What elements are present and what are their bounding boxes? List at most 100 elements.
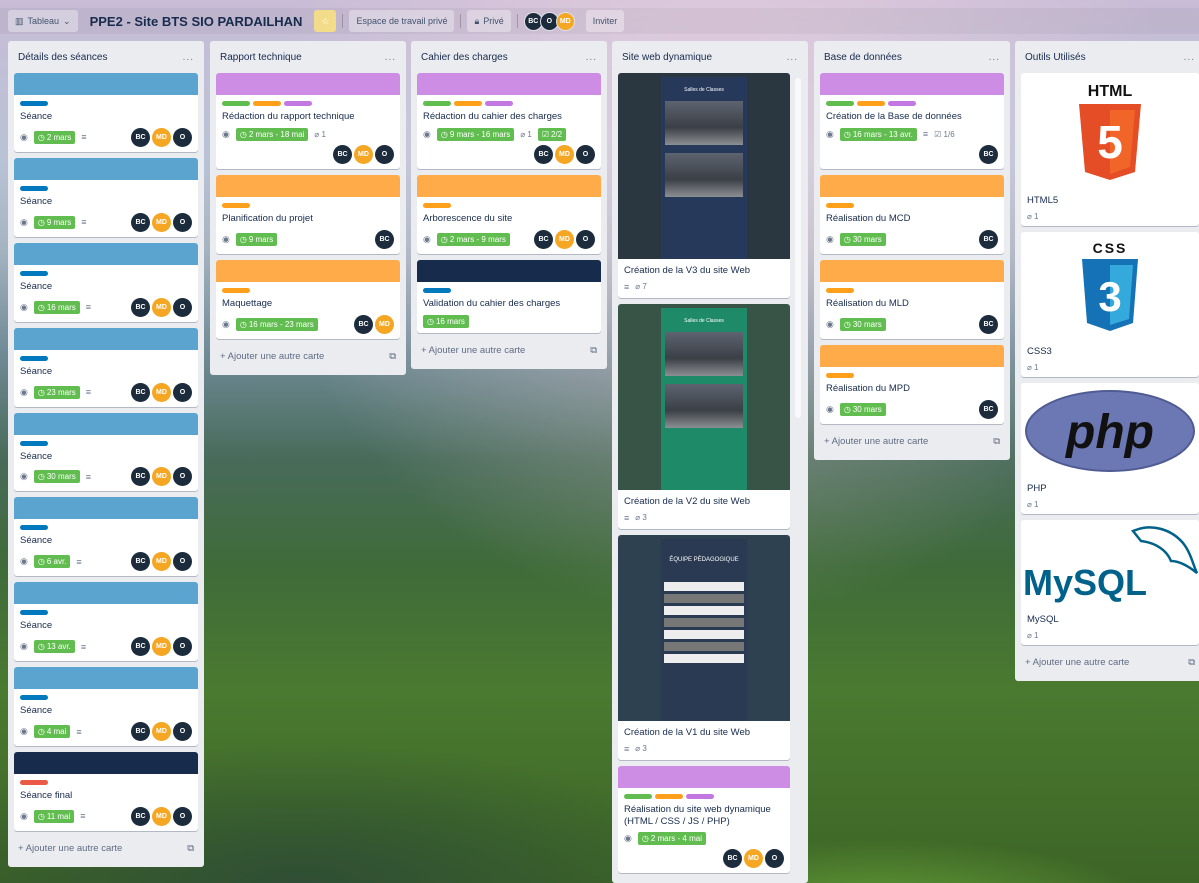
add-card-button[interactable]: + Ajouter une autre carte ⧉ bbox=[417, 339, 601, 363]
due-date-badge[interactable]: ◷ 30 mars bbox=[839, 402, 886, 416]
template-icon[interactable]: ⧉ bbox=[187, 843, 194, 854]
card[interactable]: Séance ◉ ◷ 6 avr. ≡ BC MD O bbox=[14, 497, 198, 577]
avatar[interactable]: MD bbox=[152, 637, 171, 657]
due-date-badge[interactable]: ◷ 16 mars - 23 mars bbox=[235, 317, 318, 331]
card[interactable]: Salles de Classes Création de la V2 du s… bbox=[618, 303, 790, 529]
card[interactable]: Planification du projet ◉ ◷ 9 mars BC bbox=[216, 174, 400, 254]
avatar[interactable]: O bbox=[173, 722, 192, 741]
avatar[interactable]: MD bbox=[555, 11, 575, 31]
avatar[interactable]: BC bbox=[131, 637, 150, 657]
avatar[interactable]: BC bbox=[333, 144, 352, 164]
avatar[interactable]: MD bbox=[152, 467, 171, 487]
avatar[interactable]: BC bbox=[131, 382, 150, 402]
due-date-badge[interactable]: ◷ 16 mars bbox=[423, 314, 469, 328]
due-date-badge[interactable]: ◷ 2 mars - 18 mai bbox=[235, 127, 309, 141]
due-date-badge[interactable]: ◷ 2 mars bbox=[33, 130, 76, 144]
avatar[interactable]: O bbox=[173, 297, 192, 317]
avatar[interactable]: MD bbox=[152, 212, 171, 232]
card[interactable]: Réalisation du MPD ◉ ◷ 30 mars BC bbox=[820, 344, 1004, 424]
card[interactable]: ÉQUIPE PÉDAGOGIQUE Création de la V1 du … bbox=[618, 534, 790, 760]
due-date-badge[interactable]: ◷ 16 mars bbox=[33, 300, 80, 314]
avatar[interactable]: BC bbox=[131, 127, 150, 147]
template-icon[interactable]: ⧉ bbox=[993, 436, 1000, 447]
card[interactable]: MySQL MySQL ⌀ 1 bbox=[1021, 519, 1199, 645]
avatar[interactable]: O bbox=[576, 144, 595, 164]
card[interactable]: Séance ◉ ◷ 13 avr. ≡ BC MD O bbox=[14, 582, 198, 662]
invite-button[interactable]: Inviter bbox=[585, 10, 625, 32]
avatar[interactable]: BC bbox=[131, 806, 150, 826]
card[interactable]: Séance ◉ ◷ 23 mars ≡ BC MD O bbox=[14, 327, 198, 407]
avatar[interactable]: BC bbox=[979, 229, 998, 249]
card[interactable]: Maquettage ◉ ◷ 16 mars - 23 mars BC MD bbox=[216, 259, 400, 339]
due-date-badge[interactable]: ◷ 13 avr. bbox=[33, 640, 75, 654]
due-date-badge[interactable]: ◷ 11 mai bbox=[33, 809, 75, 823]
avatar[interactable]: O bbox=[173, 467, 192, 487]
due-date-badge[interactable]: ◷ 30 mars bbox=[33, 470, 80, 484]
due-date-badge[interactable]: ◷ 30 mars bbox=[839, 317, 886, 331]
card[interactable]: Arborescence du site ◉ ◷ 2 mars - 9 mars … bbox=[417, 174, 601, 254]
visibility-button[interactable]: 🔒︎ Privé bbox=[467, 10, 511, 32]
card[interactable]: Séance ◉ ◷ 30 mars ≡ BC MD O bbox=[14, 412, 198, 492]
avatar[interactable]: MD bbox=[152, 127, 171, 147]
due-date-badge[interactable]: ◷ 23 mars bbox=[33, 385, 80, 399]
card[interactable]: CSS 3 CSS3 ⌀ 1 bbox=[1021, 231, 1199, 377]
card[interactable]: Séance ◉ ◷ 9 mars ≡ BC MD O bbox=[14, 157, 198, 237]
avatar[interactable]: BC bbox=[979, 144, 998, 164]
avatar[interactable]: O bbox=[375, 144, 394, 164]
due-date-badge[interactable]: ◷ 4 mai bbox=[33, 725, 71, 738]
board-title[interactable]: PPE2 - Site BTS SIO PARDAILHAN bbox=[84, 14, 309, 29]
avatar[interactable]: BC bbox=[131, 722, 150, 741]
template-icon[interactable]: ⧉ bbox=[1188, 657, 1195, 668]
workspace-button[interactable]: Espace de travail privé bbox=[349, 10, 455, 32]
card[interactable]: Réalisation du MLD ◉ ◷ 30 mars BC bbox=[820, 259, 1004, 339]
avatar[interactable]: O bbox=[576, 229, 595, 249]
list-menu-button[interactable]: ... bbox=[183, 52, 194, 63]
due-date-badge[interactable]: ◷ 16 mars - 13 avr. bbox=[839, 127, 917, 141]
list-menu-button[interactable]: ... bbox=[989, 52, 1000, 63]
add-card-button[interactable]: + Ajouter une autre carte ⧉ bbox=[820, 430, 1004, 454]
avatar[interactable]: MD bbox=[152, 382, 171, 402]
card[interactable]: Rédaction du rapport technique ◉ ◷ 2 mars… bbox=[216, 73, 400, 169]
card[interactable]: php PHP ⌀ 1 bbox=[1021, 382, 1199, 514]
avatar[interactable]: BC bbox=[131, 467, 150, 487]
list-title[interactable]: Outils Utilisés bbox=[1025, 52, 1086, 63]
list-title[interactable]: Détails des séances bbox=[18, 52, 108, 63]
avatar[interactable]: BC bbox=[354, 314, 373, 334]
avatar[interactable]: MD bbox=[744, 849, 763, 869]
avatar[interactable]: BC bbox=[979, 399, 998, 419]
list-menu-button[interactable]: ... bbox=[586, 52, 597, 63]
board-switch-button[interactable]: ▥ Tableau ⌄ bbox=[8, 10, 78, 32]
card[interactable]: Création de la Base de données ◉ ◷ 16 mar… bbox=[820, 73, 1004, 169]
avatar[interactable]: MD bbox=[555, 144, 574, 164]
avatar[interactable]: BC bbox=[131, 297, 150, 317]
due-date-badge[interactable]: ◷ 9 mars bbox=[235, 232, 278, 246]
star-button[interactable]: ☆ bbox=[314, 10, 337, 32]
avatar[interactable]: O bbox=[765, 849, 784, 869]
avatar[interactable]: MD bbox=[555, 229, 574, 249]
avatar[interactable]: BC bbox=[534, 229, 553, 249]
avatar[interactable]: O bbox=[173, 127, 192, 147]
list-menu-button[interactable]: ... bbox=[1184, 52, 1195, 63]
avatar[interactable]: MD bbox=[152, 297, 171, 317]
avatar[interactable]: BC bbox=[979, 314, 998, 334]
avatar[interactable]: BC bbox=[375, 229, 394, 249]
list-menu-button[interactable]: ... bbox=[787, 52, 798, 63]
list-title[interactable]: Base de données bbox=[824, 52, 902, 63]
avatar[interactable]: O bbox=[173, 552, 192, 572]
add-card-button[interactable]: + Ajouter une autre carte ⧉ bbox=[14, 837, 198, 861]
list-title[interactable]: Cahier des charges bbox=[421, 52, 508, 63]
template-icon[interactable]: ⧉ bbox=[590, 345, 597, 356]
avatar[interactable]: O bbox=[173, 382, 192, 402]
card[interactable]: Salles de Classes Création de la V3 du s… bbox=[618, 73, 790, 298]
avatar[interactable]: BC bbox=[131, 212, 150, 232]
avatar[interactable]: MD bbox=[152, 806, 171, 826]
card[interactable]: Rédaction du cahier des charges ◉ ◷ 9 mar… bbox=[417, 73, 601, 169]
due-date-badge[interactable]: ◷ 2 mars - 9 mars bbox=[436, 232, 510, 246]
avatar[interactable]: BC bbox=[534, 144, 553, 164]
avatar[interactable]: MD bbox=[354, 144, 373, 164]
avatar[interactable]: O bbox=[173, 806, 192, 826]
avatar[interactable]: O bbox=[173, 212, 192, 232]
avatar[interactable]: MD bbox=[152, 722, 171, 741]
avatar[interactable]: BC bbox=[131, 552, 150, 572]
due-date-badge[interactable]: ◷ 9 mars - 16 mars bbox=[436, 127, 515, 141]
